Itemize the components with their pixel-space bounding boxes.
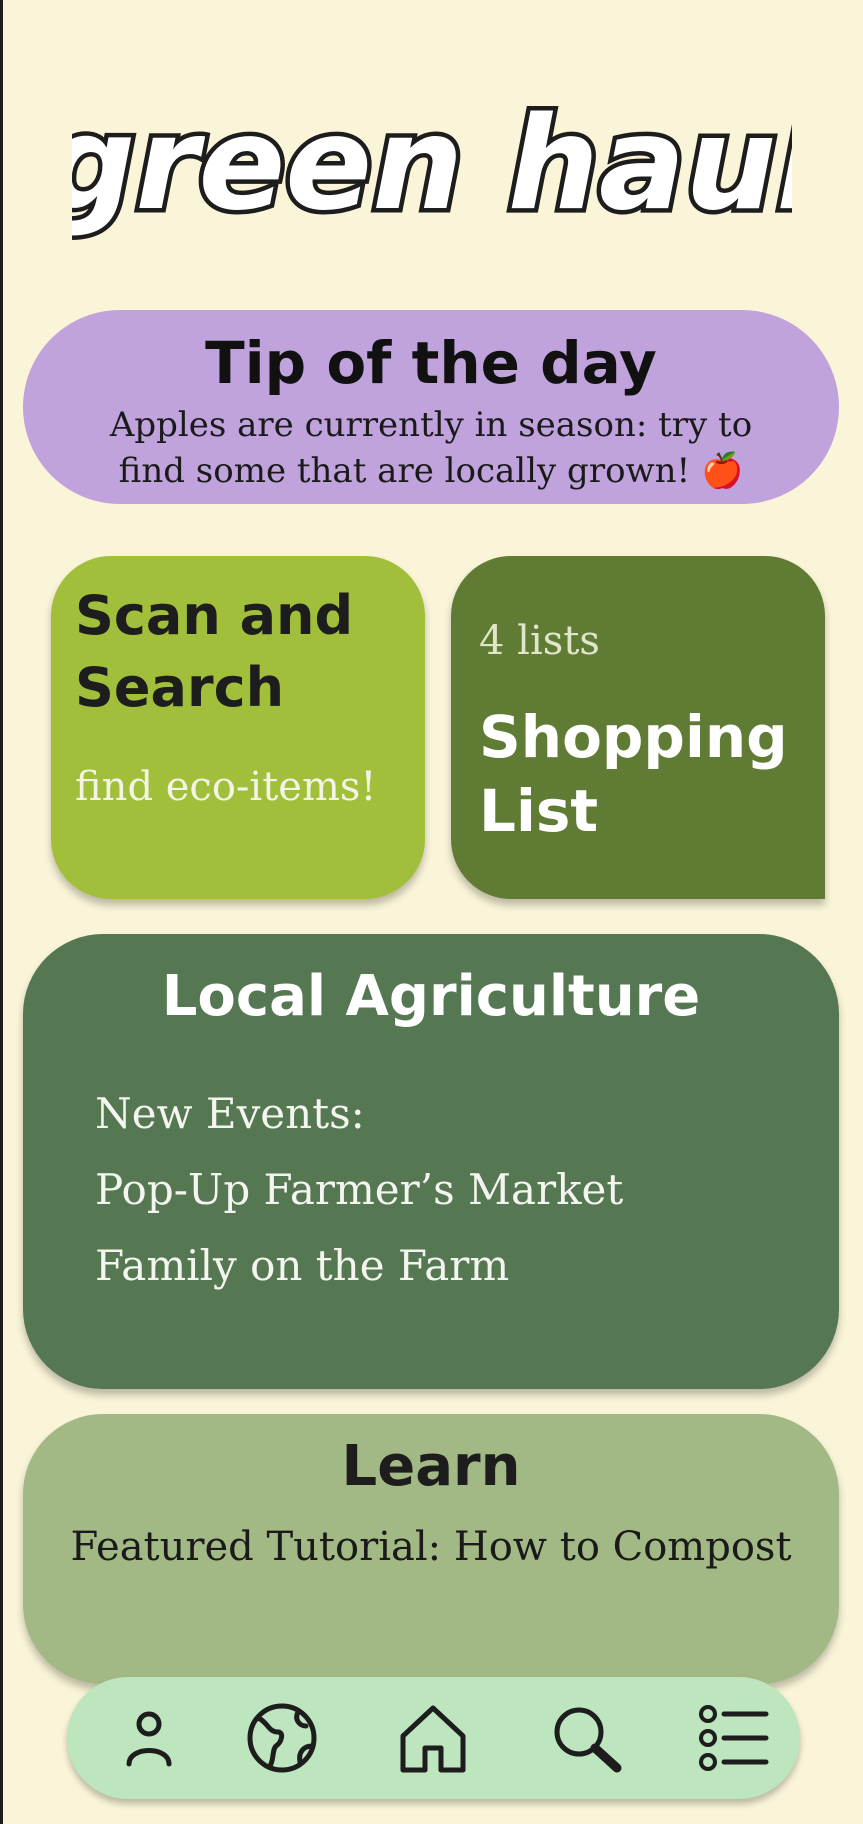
list-icon xyxy=(699,1705,769,1771)
search-icon xyxy=(554,1707,622,1773)
tip-of-the-day-card[interactable]: Tip of the day Apples are currently in s… xyxy=(23,310,839,504)
nav-profile-button[interactable] xyxy=(109,1702,189,1774)
learn-title: Learn xyxy=(341,1434,521,1499)
nav-home-button[interactable] xyxy=(393,1702,473,1774)
scan-title: Scan and Search xyxy=(75,584,354,719)
profile-icon xyxy=(126,1711,172,1767)
globe-icon xyxy=(247,1703,317,1773)
shopping-list-count: 4 lists xyxy=(479,618,600,664)
tip-title: Tip of the day xyxy=(205,329,657,397)
local-agriculture-card[interactable]: Local Agriculture New Events: Pop-Up Far… xyxy=(23,934,839,1389)
home-icon xyxy=(400,1705,466,1773)
nav-search-button[interactable] xyxy=(547,1702,627,1774)
nav-globe-button[interactable] xyxy=(242,1702,322,1774)
app-logo: green haul xyxy=(0,78,863,278)
shopping-list-title: Shopping List xyxy=(479,703,788,845)
event-item[interactable]: Family on the Farm xyxy=(95,1228,839,1304)
featured-tutorial-link[interactable]: Featured Tutorial: How to Compost xyxy=(23,1524,839,1570)
local-events-heading: New Events: xyxy=(95,1089,365,1138)
logo-text: green haul xyxy=(72,90,792,239)
shopping-list-card[interactable]: 4 lists Shopping List xyxy=(451,556,825,899)
local-agriculture-title: Local Agriculture xyxy=(161,964,701,1029)
tip-text: Apples are currently in season: try to f… xyxy=(109,405,753,491)
scan-subtitle: find eco-items! xyxy=(75,764,377,810)
nav-list-button[interactable] xyxy=(694,1702,774,1774)
event-item[interactable]: Pop-Up Farmer’s Market xyxy=(95,1152,839,1228)
logo-wordmark: green haul xyxy=(72,86,792,244)
bottom-navigation-bar xyxy=(67,1677,800,1799)
local-events-list: New Events: Pop-Up Farmer’s Market Famil… xyxy=(95,1076,839,1304)
scan-and-search-card[interactable]: Scan and Search find eco-items! xyxy=(51,556,425,899)
learn-card[interactable]: Learn Featured Tutorial: How to Compost xyxy=(23,1414,839,1684)
